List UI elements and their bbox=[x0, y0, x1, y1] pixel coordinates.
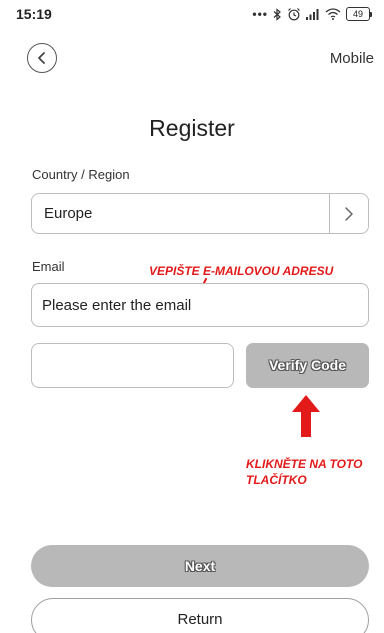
register-screen: 15:19 ••• 49 Mobile Register Country / R… bbox=[0, 0, 384, 633]
button-annotation-line1: KLIKNĚTE NA TOTO bbox=[246, 457, 363, 471]
next-button[interactable]: Next bbox=[31, 545, 369, 587]
button-annotation: KLIKNĚTE NA TOTO TLAČÍTKO bbox=[246, 456, 376, 488]
country-value: Europe bbox=[44, 205, 93, 222]
button-annotation-line2: TLAČÍTKO bbox=[246, 473, 307, 487]
email-input[interactable] bbox=[31, 283, 369, 327]
alarm-icon bbox=[288, 8, 300, 21]
up-arrow-annotation-icon bbox=[292, 395, 320, 437]
wifi-icon bbox=[325, 8, 341, 20]
verification-code-input[interactable] bbox=[31, 343, 234, 388]
status-bar: 15:19 ••• 49 bbox=[0, 0, 384, 30]
page-title: Register bbox=[149, 115, 235, 141]
country-select[interactable]: Europe bbox=[31, 193, 369, 234]
dots-icon: ••• bbox=[252, 7, 268, 21]
chevron-left-icon bbox=[38, 52, 45, 64]
email-label: Email bbox=[32, 259, 65, 274]
return-button[interactable]: Return bbox=[31, 598, 369, 633]
email-annotation: VEPIŠTE E-MAILOVOU ADRESU bbox=[149, 264, 334, 278]
signal-icon bbox=[306, 9, 319, 20]
verify-code-button[interactable]: Verify Code bbox=[246, 343, 369, 388]
battery-level: 49 bbox=[346, 7, 370, 21]
back-button[interactable] bbox=[27, 43, 57, 73]
status-time: 15:19 bbox=[16, 6, 52, 22]
country-label: Country / Region bbox=[32, 167, 130, 182]
bluetooth-icon bbox=[273, 7, 281, 21]
select-divider bbox=[329, 194, 330, 233]
mobile-mode-label[interactable]: Mobile bbox=[330, 50, 374, 67]
status-icons: ••• 49 bbox=[252, 5, 372, 23]
battery-icon: 49 bbox=[346, 7, 372, 21]
chevron-right-icon bbox=[345, 207, 353, 221]
